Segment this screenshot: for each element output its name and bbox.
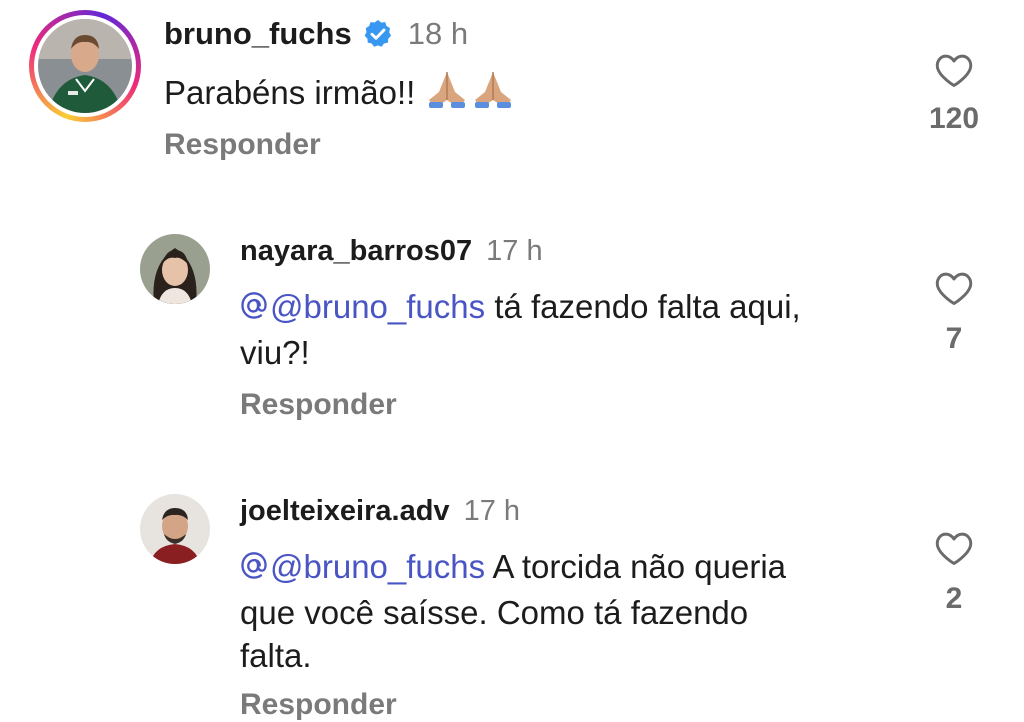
comment-time: 18 h bbox=[407, 16, 469, 51]
avatar[interactable] bbox=[38, 19, 132, 113]
comment-header: bruno_fuchs 18 h bbox=[164, 14, 468, 54]
like-count: 120 bbox=[928, 102, 980, 135]
reply-button[interactable]: Responder bbox=[240, 688, 397, 722]
avatar[interactable] bbox=[140, 494, 210, 564]
heart-icon[interactable] bbox=[934, 52, 974, 88]
comment-1: bruno_fuchs 18 h Parabéns irmão!! Respon… bbox=[0, 0, 1024, 200]
avatar-image bbox=[38, 19, 132, 113]
threads-mention-icon bbox=[240, 289, 268, 332]
heart-icon[interactable] bbox=[934, 270, 974, 306]
threads-mention-icon bbox=[240, 549, 268, 592]
comment-time: 17 h bbox=[463, 494, 521, 527]
like-area: 120 bbox=[924, 52, 984, 136]
reply-button[interactable]: Responder bbox=[240, 388, 397, 422]
comment-text: @bruno_fuchs A torcida não queria que vo… bbox=[240, 546, 890, 678]
mention-text: @bruno_fuchs bbox=[270, 288, 486, 325]
comment-header: nayara_barros07 17 h bbox=[240, 232, 543, 270]
like-area: 7 bbox=[924, 270, 984, 356]
comment-text: @bruno_fuchs tá fazendo falta aqui, viu?… bbox=[240, 286, 890, 375]
comment-text-content: A torcida não queria bbox=[492, 548, 787, 585]
comment-text-content: tá fazendo falta aqui, bbox=[494, 288, 801, 325]
verified-badge-icon bbox=[362, 18, 394, 50]
like-count: 2 bbox=[945, 582, 963, 615]
avatar[interactable] bbox=[140, 234, 210, 304]
reply-button[interactable]: Responder bbox=[164, 128, 321, 162]
comment-text-line2: viu?! bbox=[240, 333, 310, 371]
pray-hands-icon bbox=[425, 70, 517, 121]
mention-link[interactable]: @bruno_fuchs bbox=[240, 548, 485, 585]
like-area: 2 bbox=[924, 530, 984, 616]
comment-2: nayara_barros07 17 h @bruno_fuchs tá faz… bbox=[0, 220, 1024, 450]
comment-time: 17 h bbox=[486, 234, 543, 267]
comment-text-content: Parabéns irmão!! bbox=[164, 74, 416, 111]
username[interactable]: joelteixeira.adv bbox=[240, 495, 450, 528]
avatar-image bbox=[140, 494, 210, 564]
comment-text: Parabéns irmão!! bbox=[164, 70, 517, 121]
username[interactable]: nayara_barros07 bbox=[240, 235, 472, 268]
like-count: 7 bbox=[945, 322, 963, 355]
username[interactable]: bruno_fuchs bbox=[164, 16, 352, 52]
mention-text: @bruno_fuchs bbox=[270, 548, 486, 585]
heart-icon[interactable] bbox=[934, 530, 974, 566]
comment-3: joelteixeira.adv 17 h @bruno_fuchs A tor… bbox=[0, 480, 1024, 721]
comment-header: joelteixeira.adv 17 h bbox=[240, 492, 520, 530]
comment-text-line3: falta. bbox=[240, 636, 312, 674]
comment-text-line2: que você saísse. Como tá fazendo bbox=[240, 593, 749, 631]
mention-link[interactable]: @bruno_fuchs bbox=[240, 288, 485, 325]
avatar-image bbox=[140, 234, 210, 304]
